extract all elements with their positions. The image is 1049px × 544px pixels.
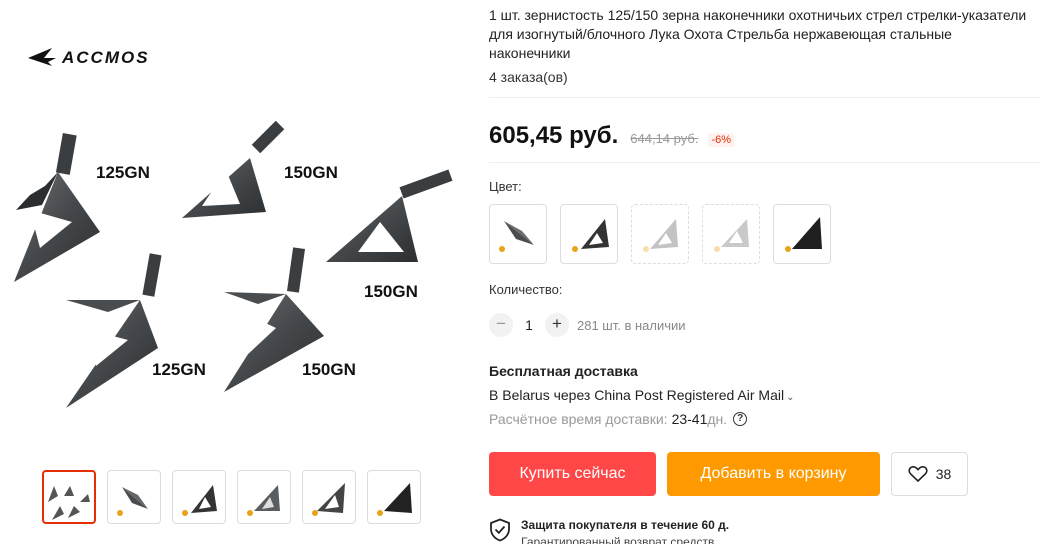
delivery-estimate-value: 23-41 [671,411,708,427]
brand-logo: ACCMOS [28,48,150,67]
shipping-method-text: В Belarus через China Post Registered Ai… [489,387,785,403]
help-icon[interactable]: ? [733,412,748,426]
stock-info: 281 шт. в наличии [577,317,686,333]
image-label-150gn: 150GN [302,360,356,379]
shipping-method[interactable]: В Belarus через China Post Registered Ai… [489,387,1041,403]
color-option-unavailable[interactable] [702,204,760,264]
broadhead-icon [499,221,534,252]
delivery-estimate-label: Расчётное время доставки: [489,411,668,427]
product-title: 1 шт. зернистость 125/150 зерна наконечн… [489,7,1027,61]
product-info: 1 шт. зернистость 125/150 зерна наконечн… [489,0,1041,544]
color-option[interactable] [560,204,618,264]
broadhead-icon [48,486,90,520]
image-label-150gn: 150GN [364,282,418,301]
quantity-value[interactable]: 1 [513,317,545,333]
divider [489,162,1041,163]
thumbnail[interactable] [107,470,161,524]
buy-now-button[interactable]: Купить сейчас [489,452,656,496]
shipping-title: Бесплатная доставка [489,363,638,379]
discount-badge: -6% [708,133,734,147]
broadhead-icon [14,133,100,282]
chevron-down-icon: ⌄ [786,392,795,403]
image-label-150gn: 150GN [284,163,338,182]
orders-count: 4 заказа(ов) [489,69,568,85]
broadhead-icon [66,253,162,408]
thumbnail[interactable] [172,470,226,524]
broadhead-icon [312,483,345,516]
broadhead-icon [117,487,148,516]
buyer-protection-title: Защита покупателя в течение 60 д. [521,518,730,532]
product-gallery: 125GN 150GN 150GN 125GN 150GN ACCMOS [0,0,470,544]
broadhead-icon [714,219,749,252]
thumbnail[interactable] [367,470,421,524]
current-price: 605,45 руб. [489,122,619,149]
broadhead-icon [643,219,678,252]
broadhead-icon [572,219,609,252]
color-option-unavailable[interactable] [631,204,689,264]
decrease-quantity-button[interactable]: − [489,313,513,337]
color-label: Цвет: [489,179,522,194]
svg-text:ACCMOS: ACCMOS [61,48,150,67]
quantity-stepper: − 1 + 281 шт. в наличии [489,313,1041,337]
broadhead-icon [377,483,412,516]
delivery-estimate-unit: дн. [707,411,728,427]
broadhead-icon [247,485,280,516]
image-label-125gn: 125GN [152,360,206,379]
quantity-label: Количество: [489,282,563,297]
heart-icon [908,466,928,483]
wishlist-button[interactable]: 38 [891,452,968,496]
thumbnail-strip [42,470,421,524]
broadhead-icon [182,485,217,516]
thumbnail[interactable] [42,470,96,524]
broadhead-icon [785,217,822,252]
thumbnail[interactable] [302,470,356,524]
old-price: 644,14 руб. [630,131,699,146]
buyer-protection-subtitle: Гарантированный возврат средств [521,535,715,544]
delivery-estimate: Расчётное время доставки: 23-41 дн. ? [489,411,1041,427]
image-label-125gn: 125GN [96,163,150,182]
broadhead-icon [182,120,285,218]
shield-check-icon [490,518,510,542]
color-option[interactable] [489,204,547,264]
price-row: 605,45 руб. 644,14 руб. -6% [489,98,1041,168]
color-option[interactable] [773,204,831,264]
purchase-actions: Купить сейчас Добавить в корзину 38 [489,452,1041,496]
add-to-cart-button[interactable]: Добавить в корзину [667,452,880,496]
broadhead-icon [326,169,453,262]
increase-quantity-button[interactable]: + [545,313,569,337]
thumbnail[interactable] [237,470,291,524]
wishlist-count: 38 [935,466,952,482]
buyer-protection: Защита покупателя в течение 60 д. Гарант… [489,518,1041,544]
color-options [489,204,1041,264]
